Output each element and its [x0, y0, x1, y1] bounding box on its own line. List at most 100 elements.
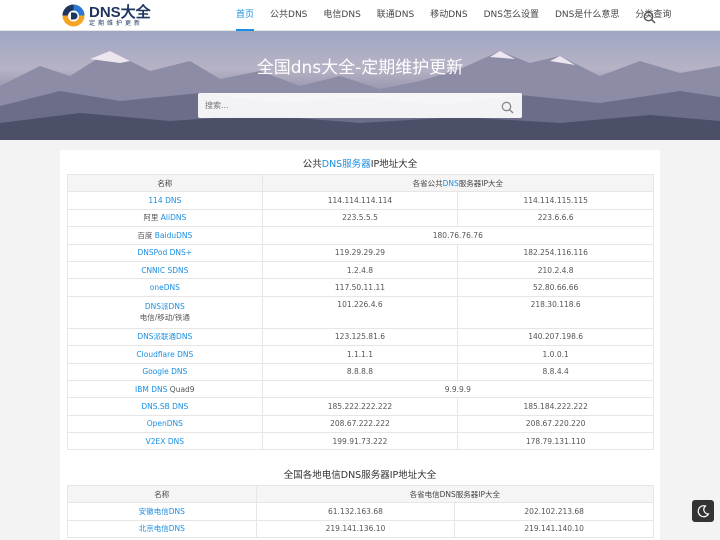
- nav-unicom-dns[interactable]: 联通DNS: [369, 0, 422, 31]
- ip-cell: 180.76.76.76: [261, 226, 655, 245]
- table-row: Google DNS 8.8.8.8 8.8.4.4: [67, 362, 654, 381]
- dns-name-cell: DNS派联通DNS: [67, 327, 263, 347]
- secondary-ip-cell: 114.114.115.115: [457, 191, 654, 210]
- dns-name-link[interactable]: BaiduDNS: [155, 231, 193, 240]
- secondary-ip-cell: 208.67.220.220: [457, 414, 654, 434]
- hero-banner: 全国dns大全-定期维护更新: [0, 31, 720, 140]
- table-row: DNSPod DNS+ 119.29.29.29 182.254.116.116: [67, 243, 654, 262]
- dns-name-cell: OpenDNS: [67, 414, 263, 434]
- dns-name-link[interactable]: DNS派联通DNS: [137, 332, 192, 341]
- dns-name-cell: oneDNS: [67, 278, 263, 297]
- primary-ip-cell: 185.222.222.222: [261, 397, 459, 416]
- dns-note: 电信/移动/铁通: [139, 313, 190, 323]
- nav-mobile-dns[interactable]: 移动DNS: [422, 0, 475, 31]
- column-header-ip: 各省电信DNS服务器IP大全: [255, 484, 655, 504]
- dns-name-link[interactable]: Google DNS: [142, 367, 187, 376]
- dns-name-link[interactable]: DNSPod DNS+: [138, 248, 193, 257]
- table-row: 阿里 AliDNS 223.5.5.5 223.6.6.6: [67, 208, 654, 228]
- primary-ip-cell: 1.1.1.1: [261, 345, 459, 364]
- theme-toggle-button[interactable]: [692, 500, 714, 522]
- column-header-name: 名称: [67, 173, 263, 193]
- logo-mark-icon: [61, 3, 86, 28]
- dns-name-cell: 百度 BaiduDNS: [67, 226, 263, 245]
- primary-ip-cell: 199.91.73.222: [261, 432, 459, 451]
- provider-prefix: 百度: [137, 230, 155, 240]
- site-header: DNS大全 定期维护更新 首页 公共DNS 电信DNS 联通DNS 移动DNS …: [0, 0, 720, 31]
- secondary-ip-cell: 219.141.140.10: [454, 519, 654, 539]
- table-row: OpenDNS 208.67.222.222 208.67.220.220: [67, 414, 654, 434]
- table-row: 安徽电信DNS 61.132.163.68 202.102.213.68: [67, 502, 654, 521]
- mountain-background: [0, 51, 720, 140]
- dns-name-cell: 阿里 AliDNS: [67, 208, 263, 228]
- nav-dns-meaning[interactable]: DNS是什么意思: [547, 0, 627, 31]
- secondary-ip-cell: 8.8.4.4: [457, 362, 654, 381]
- dns-name-cell: IBM DNS Quad9: [67, 379, 263, 399]
- main-nav: 首页 公共DNS 电信DNS 联通DNS 移动DNS DNS怎么设置 DNS是什…: [228, 0, 679, 31]
- secondary-ip-cell: 140.207.198.6: [457, 327, 654, 347]
- dns-name-link[interactable]: Cloudflare DNS: [136, 350, 193, 359]
- dns-name-cell: DNSPod DNS+: [67, 243, 263, 262]
- search-icon[interactable]: [501, 99, 514, 114]
- dns-name-link[interactable]: V2EX DNS: [146, 437, 184, 446]
- table-row: IBM DNS Quad9 9.9.9.9: [67, 379, 655, 399]
- table-row: 114 DNS 114.114.114.114 114.114.115.115: [67, 191, 654, 210]
- content-card: 公共DNS服务器IP地址大全 名称 各省公共DNS服务器IP大全 114 DNS…: [60, 150, 660, 540]
- search-input[interactable]: [205, 93, 495, 118]
- moon-icon: [697, 505, 710, 518]
- ip-cell: 9.9.9.9: [261, 379, 655, 399]
- primary-ip-cell: 219.141.136.10: [255, 519, 456, 539]
- table-row: 北京电信DNS 219.141.136.10 219.141.140.10: [67, 519, 654, 539]
- primary-ip-cell: 123.125.81.6: [261, 327, 459, 347]
- secondary-ip-cell: 178.79.131.110: [457, 432, 654, 451]
- dns-name-cell: Google DNS: [67, 362, 263, 381]
- dns-name-link[interactable]: 北京电信DNS: [139, 524, 185, 533]
- secondary-ip-cell: 182.254.116.116: [457, 243, 654, 262]
- section-title-telecom-dns: 全国各地电信DNS服务器IP地址大全: [283, 470, 437, 481]
- primary-ip-cell: 119.29.29.29: [261, 243, 459, 262]
- dns-name-link[interactable]: DNS派DNS: [145, 302, 185, 311]
- logo-title: DNS大全: [89, 3, 151, 21]
- public-dns-table: 名称 各省公共DNS服务器IP大全 114 DNS 114.114.114.114…: [67, 173, 655, 451]
- column-header-name: 名称: [67, 484, 257, 504]
- secondary-ip-cell: 218.30.118.6: [457, 295, 654, 329]
- secondary-ip-cell: 52.80.66.66: [457, 278, 654, 297]
- dns-name-cell: Cloudflare DNS: [67, 345, 263, 364]
- dns-name-link[interactable]: DNS.SB DNS: [141, 402, 188, 411]
- dns-name-cell: DNS派DNS 电信/移动/铁通: [67, 295, 263, 329]
- search-icon[interactable]: [643, 9, 656, 24]
- primary-ip-cell: 208.67.222.222: [261, 414, 459, 434]
- dns-name-link[interactable]: OpenDNS: [147, 419, 183, 428]
- nav-telecom-dns[interactable]: 电信DNS: [315, 0, 368, 31]
- primary-ip-cell: 101.226.4.6: [261, 295, 459, 329]
- table-row: DNS.SB DNS 185.222.222.222 185.184.222.222: [67, 397, 654, 416]
- dns-name-link[interactable]: CNNIC SDNS: [141, 266, 188, 275]
- dns-name-cell: V2EX DNS: [67, 432, 263, 451]
- provider-prefix: 阿里: [143, 213, 161, 223]
- primary-ip-cell: 1.2.4.8: [261, 260, 459, 280]
- telecom-dns-table: 名称 各省电信DNS服务器IP大全 安徽电信DNS 61.132.163.68 20…: [67, 484, 655, 539]
- dns-name-cell: 北京电信DNS: [67, 519, 257, 539]
- primary-ip-cell: 114.114.114.114: [261, 191, 459, 210]
- hero-title: 全国dns大全-定期维护更新: [256, 58, 464, 78]
- table-row: V2EX DNS 199.91.73.222 178.79.131.110: [67, 432, 654, 451]
- table-row: CNNIC SDNS 1.2.4.8 210.2.4.8: [67, 260, 654, 280]
- site-logo[interactable]: DNS大全 定期维护更新: [61, 3, 151, 28]
- logo-subtitle: 定期维护更新: [89, 19, 144, 27]
- table-row: 百度 BaiduDNS 180.76.76.76: [67, 226, 655, 245]
- table-row: oneDNS 117.50.11.11 52.80.66.66: [67, 278, 654, 297]
- dns-name-link[interactable]: 114 DNS: [148, 196, 181, 205]
- table-header-row: 名称 各省电信DNS服务器IP大全: [67, 484, 655, 504]
- nav-home[interactable]: 首页: [228, 0, 262, 31]
- dns-name-link[interactable]: IBM DNS: [135, 385, 167, 394]
- nav-public-dns[interactable]: 公共DNS: [262, 0, 315, 31]
- secondary-ip-cell: 1.0.0.1: [457, 345, 654, 364]
- dns-name-link[interactable]: AliDNS: [161, 213, 186, 222]
- primary-ip-cell: 223.5.5.5: [261, 208, 459, 228]
- nav-dns-setup[interactable]: DNS怎么设置: [476, 0, 547, 31]
- secondary-ip-cell: 223.6.6.6: [457, 208, 654, 228]
- dns-name-link[interactable]: oneDNS: [150, 283, 180, 292]
- dns-name-link[interactable]: 安徽电信DNS: [139, 507, 185, 516]
- primary-ip-cell: 61.132.163.68: [255, 502, 456, 521]
- dns-name-cell: 安徽电信DNS: [67, 502, 257, 521]
- hero-search-box: [198, 93, 522, 118]
